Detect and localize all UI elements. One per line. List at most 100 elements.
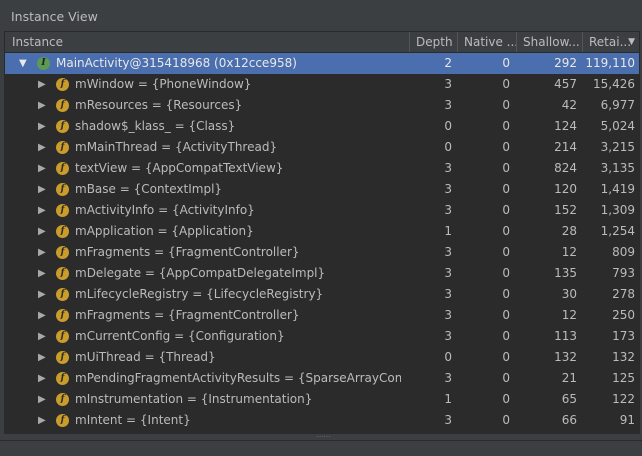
- field-badge-icon: f: [56, 183, 69, 196]
- row-instance-name: mCurrentConfig = {Configuration}: [75, 329, 285, 343]
- row-instance-name: textView = {AppCompatTextView}: [75, 161, 284, 175]
- table-row[interactable]: ▶ f mInstrumentation = {Instrumentation} 1 0…: [5, 389, 639, 410]
- triangle-right-icon[interactable]: ▶: [38, 326, 48, 347]
- row-instance-name: mInstrumentation = {Instrumentation}: [75, 392, 313, 406]
- row-instance-name: mWindow = {PhoneWindow}: [75, 77, 252, 91]
- row-native-value: 0: [502, 392, 510, 406]
- row-native-value: 0: [502, 161, 510, 175]
- triangle-right-icon[interactable]: ▶: [38, 368, 48, 389]
- row-shallow-value: 21: [561, 371, 577, 385]
- row-shallow-value: 292: [554, 56, 577, 70]
- row-retained-value: 1,309: [600, 203, 635, 217]
- row-depth-value: 1: [444, 224, 452, 238]
- triangle-right-icon[interactable]: ▶: [38, 410, 48, 431]
- column-header-retained[interactable]: Retai... ▼: [582, 32, 639, 52]
- triangle-down-icon[interactable]: ▼: [19, 53, 29, 74]
- row-native-value: 0: [502, 413, 510, 427]
- table-row[interactable]: ▶ f mWindow = {PhoneWindow} 3 0 457 15,426: [5, 74, 639, 95]
- field-badge-icon: f: [56, 120, 69, 133]
- row-retained-value: 3,215: [600, 140, 635, 154]
- triangle-right-icon[interactable]: ▶: [38, 74, 48, 95]
- row-depth-value: 3: [444, 161, 452, 175]
- table-row[interactable]: ▶ f mUiThread = {Thread} 0 0 132 132: [5, 347, 639, 368]
- row-native-value: 0: [502, 245, 510, 259]
- row-native-value: 0: [502, 287, 510, 301]
- triangle-right-icon[interactable]: ▶: [38, 284, 48, 305]
- table-row[interactable]: ▼ I MainActivity@315418968 (0x12cce958) 2 0 2…: [5, 53, 639, 74]
- sort-descending-icon[interactable]: ▼: [628, 32, 635, 52]
- table-row[interactable]: ▶ f mApplication = {Application} 1 0 28 1,254: [5, 221, 639, 242]
- field-badge-icon: f: [56, 246, 69, 259]
- row-retained-value: 1,254: [600, 224, 635, 238]
- table-row[interactable]: ▶ f mMainThread = {ActivityThread} 0 0 214 3,2…: [5, 137, 639, 158]
- triangle-right-icon[interactable]: ▶: [38, 158, 48, 179]
- row-retained-value: 173: [612, 329, 635, 343]
- column-header-depth-label: Depth: [416, 35, 453, 49]
- column-header-shallow[interactable]: Shallow...: [516, 32, 582, 52]
- field-badge-icon: f: [56, 393, 69, 406]
- grip-icon[interactable]: ⋯⋯: [316, 433, 331, 441]
- row-native-value: 0: [502, 98, 510, 112]
- field-badge-icon: f: [56, 78, 69, 91]
- triangle-right-icon[interactable]: ▶: [38, 116, 48, 137]
- field-badge-icon: f: [56, 99, 69, 112]
- row-shallow-value: 12: [561, 245, 577, 259]
- row-shallow-value: 214: [554, 140, 577, 154]
- triangle-right-icon[interactable]: ▶: [38, 242, 48, 263]
- table-row[interactable]: ▶ f mResources = {Resources} 3 0 42 6,977: [5, 95, 639, 116]
- row-instance-name: mFragments = {FragmentController}: [75, 308, 300, 322]
- row-retained-value: 1,419: [600, 182, 635, 196]
- row-depth-value: 0: [444, 140, 452, 154]
- row-shallow-value: 120: [554, 182, 577, 196]
- row-instance-name: mLifecycleRegistry = {LifecycleRegistry}: [75, 287, 324, 301]
- column-header-instance[interactable]: Instance: [5, 32, 409, 52]
- row-native-value: 0: [502, 140, 510, 154]
- field-badge-icon: f: [56, 225, 69, 238]
- row-shallow-value: 65: [561, 392, 577, 406]
- table-row[interactable]: ▶ f mFragments = {FragmentController} 3 0 12 2…: [5, 305, 639, 326]
- triangle-right-icon[interactable]: ▶: [38, 95, 48, 116]
- row-shallow-value: 66: [561, 413, 577, 427]
- table-row[interactable]: ▶ f mPendingFragmentActivityResults = {Spa…: [5, 368, 639, 389]
- table-row[interactable]: ▶ f mFragments = {FragmentController} 3 0 12 8…: [5, 242, 639, 263]
- triangle-right-icon[interactable]: ▶: [38, 221, 48, 242]
- row-depth-value: 3: [444, 98, 452, 112]
- row-retained-value: 119,110: [585, 56, 635, 70]
- triangle-right-icon[interactable]: ▶: [38, 200, 48, 221]
- column-header-depth[interactable]: Depth: [409, 32, 457, 52]
- row-retained-value: 3,135: [600, 161, 635, 175]
- triangle-right-icon[interactable]: ▶: [38, 179, 48, 200]
- table-row[interactable]: ▶ f mDelegate = {AppCompatDelegateImpl} 3 0 1…: [5, 263, 639, 284]
- row-depth-value: 3: [444, 287, 452, 301]
- triangle-right-icon[interactable]: ▶: [38, 263, 48, 284]
- table-row[interactable]: ▶ f mCurrentConfig = {Configuration} 3 0 113 1…: [5, 326, 639, 347]
- row-native-value: 0: [502, 224, 510, 238]
- field-badge-icon: f: [56, 141, 69, 154]
- field-badge-icon: f: [56, 372, 69, 385]
- row-retained-value: 125: [612, 371, 635, 385]
- triangle-right-icon[interactable]: ▶: [38, 347, 48, 368]
- row-instance-name: mApplication = {Application}: [75, 224, 254, 238]
- triangle-right-icon[interactable]: ▶: [38, 305, 48, 326]
- field-badge-icon: f: [56, 330, 69, 343]
- column-header-native[interactable]: Native ...: [457, 32, 516, 52]
- field-badge-icon: f: [56, 309, 69, 322]
- table-row[interactable]: ▶ f shadow$_klass_ = {Class} 0 0 124 5,024: [5, 116, 639, 137]
- row-native-value: 0: [502, 308, 510, 322]
- row-depth-value: 3: [444, 371, 452, 385]
- table-row[interactable]: ▶ f textView = {AppCompatTextView} 3 0 824 3,1…: [5, 158, 639, 179]
- row-shallow-value: 152: [554, 203, 577, 217]
- triangle-right-icon[interactable]: ▶: [38, 389, 48, 410]
- triangle-right-icon[interactable]: ▶: [38, 137, 48, 158]
- column-header-native-label: Native ...: [464, 35, 516, 49]
- table-row[interactable]: ▶ f mLifecycleRegistry = {LifecycleRegistr…: [5, 284, 639, 305]
- row-native-value: 0: [502, 56, 510, 70]
- row-depth-value: 2: [444, 56, 452, 70]
- row-depth-value: 3: [444, 203, 452, 217]
- instance-table[interactable]: Instance Depth Native ... Shallow... Ret…: [4, 31, 640, 435]
- table-row[interactable]: ▶ f mIntent = {Intent} 3 0 66 91: [5, 410, 639, 431]
- table-row[interactable]: ▶ f mBase = {ContextImpl} 3 0 120 1,419: [5, 179, 639, 200]
- row-instance-name: MainActivity@315418968 (0x12cce958): [56, 56, 297, 70]
- row-native-value: 0: [502, 350, 510, 364]
- table-row[interactable]: ▶ f mActivityInfo = {ActivityInfo} 3 0 152 1,3…: [5, 200, 639, 221]
